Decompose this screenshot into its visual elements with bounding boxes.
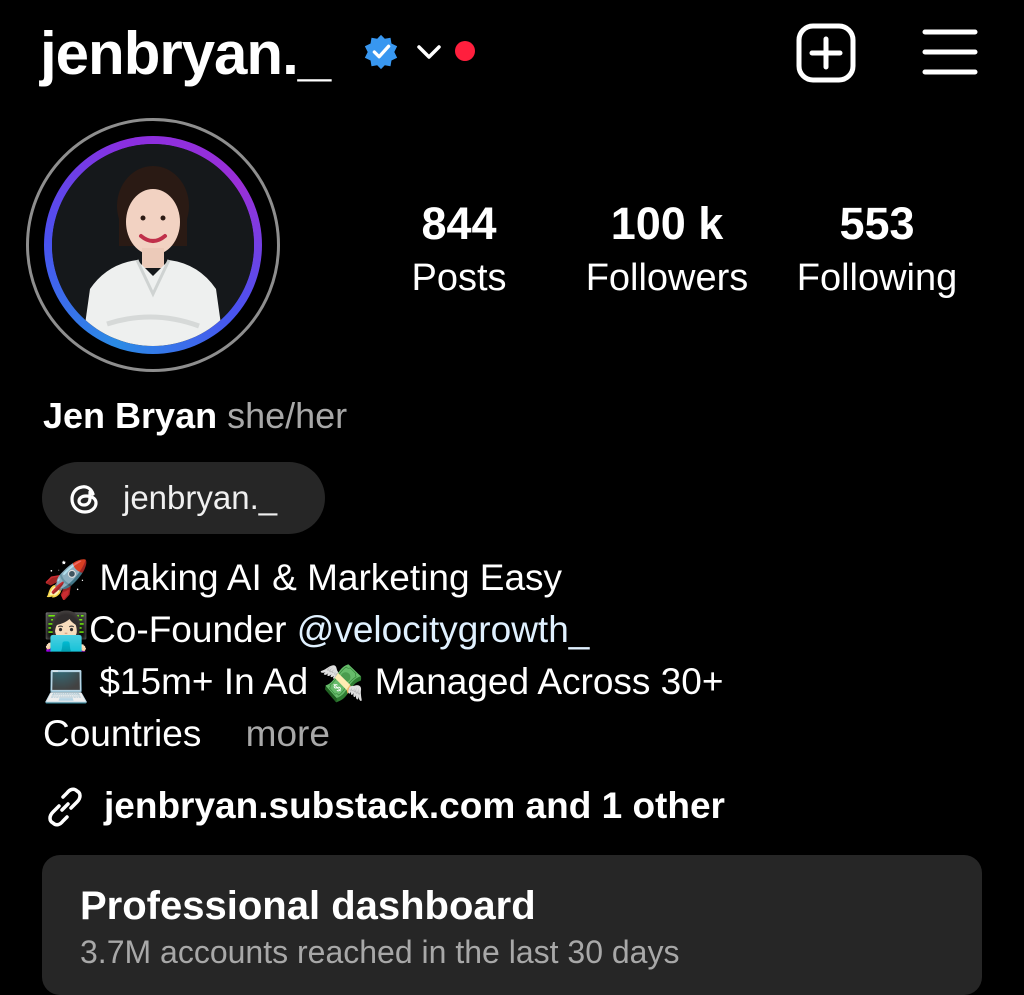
stat-following-label: Following: [796, 257, 958, 299]
stat-posts-value: 844: [421, 198, 497, 249]
mention-link[interactable]: @velocitygrowth_: [297, 609, 590, 650]
link-icon: [48, 787, 82, 827]
menu-button[interactable]: [920, 26, 980, 78]
stat-posts-label: Posts: [411, 257, 507, 299]
stat-followers-value: 100 k: [610, 198, 724, 249]
threads-handle: jenbryan._: [123, 479, 278, 516]
bio-line-1: 🚀 Making AI & Marketing Easy: [43, 552, 562, 606]
dashboard-subtitle: 3.7M accounts reached in the last 30 day…: [80, 934, 680, 970]
threads-icon: [70, 485, 98, 514]
profile-username[interactable]: jenbryan._: [40, 14, 331, 94]
stat-posts[interactable]: 844 Posts: [390, 195, 528, 303]
bio-line-2: 👩🏻‍💻Co-Founder @velocitygrowth_: [43, 604, 589, 658]
pronouns: she/her: [227, 395, 348, 436]
chevron-down-icon[interactable]: [414, 40, 444, 64]
laptop-icon: 💻: [43, 663, 90, 705]
bio-text-2: Co-Founder: [89, 609, 297, 650]
dashboard-title: Professional dashboard: [80, 884, 536, 928]
verified-badge-icon: [364, 34, 398, 70]
stat-followers[interactable]: 100 k Followers: [572, 195, 762, 303]
bio-text-1: Making AI & Marketing Easy: [99, 557, 563, 598]
bio-more-link[interactable]: more: [246, 713, 330, 754]
stat-following-value: 553: [839, 198, 915, 249]
profile-link[interactable]: jenbryan.substack.com and 1 other: [104, 780, 725, 832]
stat-following[interactable]: 553 Following: [782, 195, 972, 303]
bio-text-3b: Managed Across 30+: [364, 661, 724, 702]
create-button[interactable]: [795, 22, 857, 84]
profile-name-row: Jen Bryan she/her: [43, 392, 347, 440]
bio-line-3: 💻 $15m+ In Ad 💸 Managed Across 30+: [43, 656, 723, 710]
rocket-icon: 🚀: [43, 559, 90, 601]
avatar-portrait: [52, 144, 254, 346]
stat-followers-label: Followers: [585, 257, 749, 299]
bio-text-4: Countries: [43, 713, 202, 754]
bio-text-3a: $15m+ In Ad: [99, 661, 319, 702]
money-wings-icon: 💸: [318, 663, 365, 705]
avatar[interactable]: [52, 144, 254, 346]
profile-name: Jen Bryan: [43, 395, 218, 436]
notification-dot: [455, 41, 475, 61]
bio-line-4: Countries more: [43, 708, 330, 760]
technologist-icon: 👩🏻‍💻: [43, 611, 90, 653]
